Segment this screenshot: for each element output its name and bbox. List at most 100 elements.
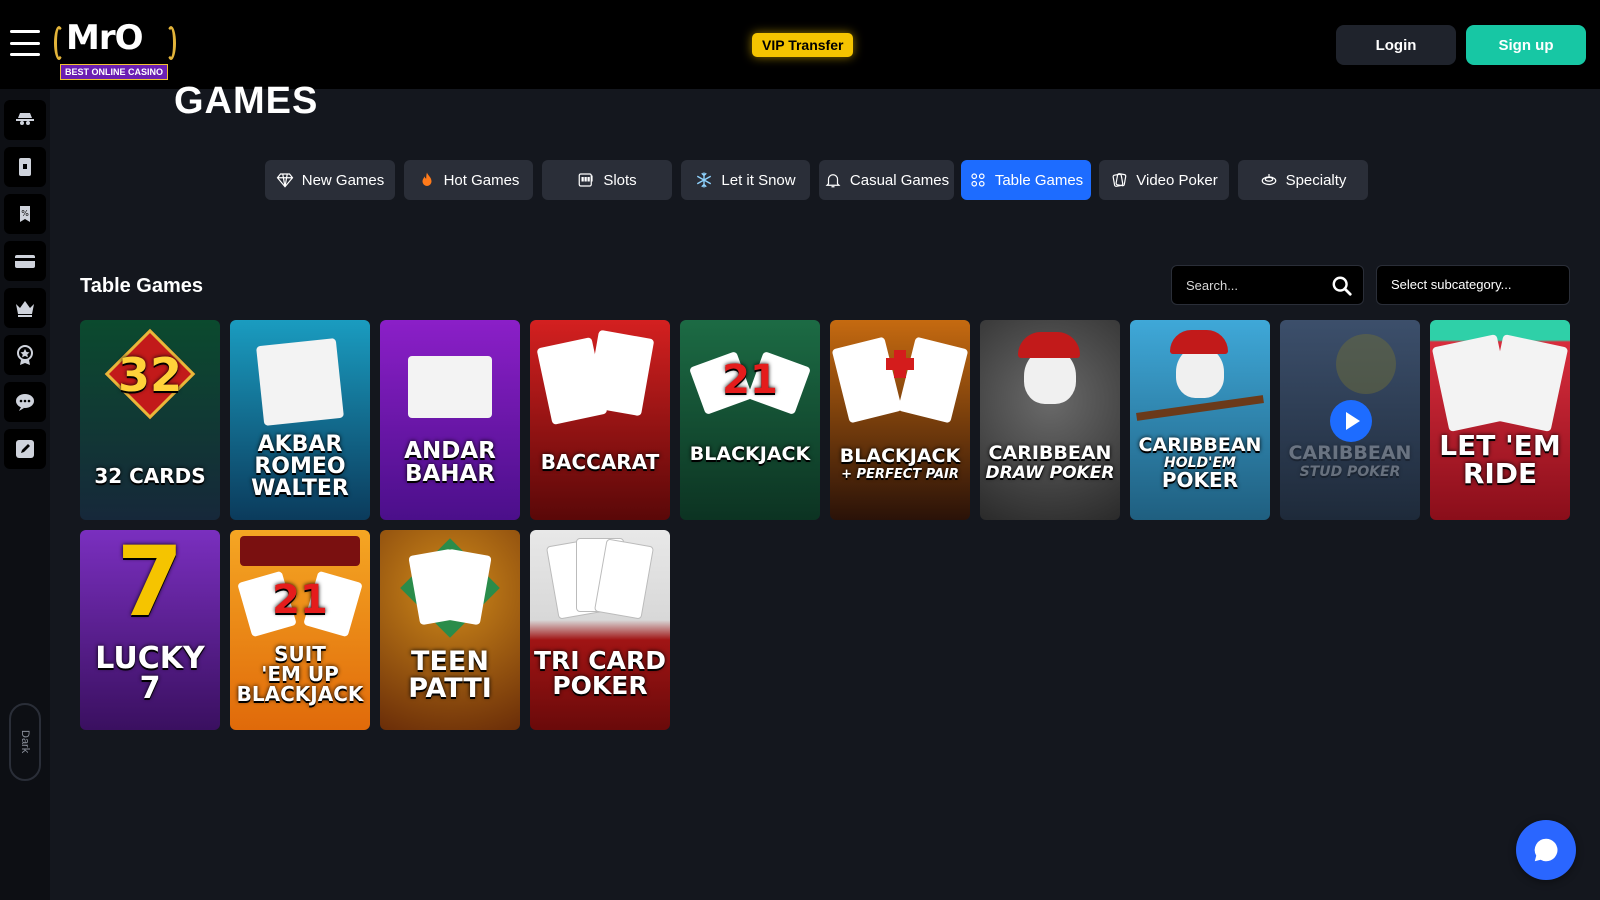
site-logo[interactable]: MrO BEST ONLINE CASINO <box>54 18 176 80</box>
game-title: 32 CARDS <box>94 464 206 488</box>
tab-label: New Games <box>301 171 385 189</box>
page-title: GAMES <box>174 80 319 122</box>
game-title: CARIBBEAN <box>1288 442 1412 464</box>
game-tile-blackjack-perfect-pair[interactable]: BLACKJACK + PERFECT PAIR <box>830 320 970 520</box>
top-header: MrO BEST ONLINE CASINO VIP Transfer Logi… <box>0 0 1600 89</box>
left-sidebar: % Dark <box>0 89 50 900</box>
search-input[interactable] <box>1186 266 1326 304</box>
game-tile-caribbean-holdem-poker[interactable]: CARIBBEAN HOLD'EM POKER <box>1130 320 1270 520</box>
game-thumbnail <box>830 320 970 520</box>
slot-machine-icon <box>578 173 593 187</box>
promo-tag-icon: % <box>20 206 30 222</box>
tab-let-it-snow[interactable]: Let it Snow <box>681 160 810 200</box>
game-tile-let-em-ride[interactable]: LET 'EM RIDE <box>1430 320 1570 520</box>
edit-icon <box>16 440 34 458</box>
table-icon <box>971 173 985 187</box>
game-tile-caribbean-stud-poker[interactable]: CARIBBEAN STUD POKER <box>1280 320 1420 520</box>
tab-hot-games[interactable]: Hot Games <box>404 160 533 200</box>
game-thumbnail <box>1430 320 1570 520</box>
signup-button[interactable]: Sign up <box>1466 25 1586 65</box>
tab-label: Hot Games <box>443 171 520 189</box>
game-thumbnail <box>980 320 1120 520</box>
search-icon[interactable] <box>1331 275 1353 297</box>
tab-casual-games[interactable]: Casual Games <box>819 160 954 200</box>
game-title: CARIBBEAN <box>1138 434 1262 456</box>
game-big-number: 21 <box>722 357 778 403</box>
game-thumbnail <box>380 320 520 520</box>
section-title: Table Games <box>80 275 204 297</box>
snowflake-icon <box>697 172 712 188</box>
tab-label: Let it Snow <box>721 171 796 189</box>
game-tile-suit-em-up-blackjack[interactable]: 21 SUIT 'EM UP BLACKJACK <box>230 530 370 730</box>
cards-icon <box>1112 173 1127 187</box>
game-big-number: 21 <box>272 577 328 623</box>
game-title: SUIT 'EM UP BLACKJACK <box>236 642 364 706</box>
game-title-line2: POKER <box>1161 468 1239 492</box>
game-tile-lucky-7[interactable]: 7 LUCKY 7 <box>80 530 220 730</box>
game-subtitle: + PERFECT PAIR <box>841 467 959 482</box>
hamburger-menu-icon[interactable] <box>10 30 40 56</box>
wheel-icon <box>1261 174 1276 186</box>
vip-badge-icon <box>17 345 33 365</box>
sidebar-item-detective[interactable] <box>4 100 46 140</box>
game-title: BLACKJACK <box>689 443 811 465</box>
tab-table-games[interactable]: Table Games <box>961 160 1091 200</box>
flame-icon <box>422 172 432 186</box>
laurel-left-icon <box>54 26 64 60</box>
tab-label: Specialty <box>1285 171 1347 189</box>
sidebar-item-vip[interactable] <box>4 335 46 375</box>
game-tile-teen-patti[interactable]: TEEN PATTI <box>380 530 520 730</box>
tab-label: Slots <box>603 171 637 189</box>
game-subtitle: STUD POKER <box>1299 464 1401 480</box>
sidebar-item-crown[interactable] <box>4 288 46 328</box>
sidebar-item-payment[interactable] <box>4 241 46 281</box>
sidebar-item-edit[interactable] <box>4 429 46 469</box>
game-tile-akbar-romeo-walter[interactable]: AKBAR ROMEO WALTER <box>230 320 370 520</box>
game-tile-caribbean-draw-poker[interactable]: CARIBBEAN DRAW POKER <box>980 320 1120 520</box>
live-chat-button[interactable] <box>1516 820 1576 880</box>
crown-icon <box>16 301 34 317</box>
game-tile-baccarat[interactable]: BACCARAT <box>530 320 670 520</box>
game-tile-blackjack[interactable]: 21 BLACKJACK <box>680 320 820 520</box>
tab-slots[interactable]: Slots <box>542 160 672 200</box>
game-title: TEEN PATTI <box>408 646 492 704</box>
search-box <box>1171 265 1364 305</box>
game-title: ANDAR BAHAR <box>404 438 496 487</box>
tab-label: Table Games <box>994 171 1084 189</box>
game-title: TRI CARD POKER <box>534 646 667 700</box>
sidebar-item-support[interactable] <box>4 382 46 422</box>
game-tile-tri-card-poker[interactable]: TRI CARD POKER <box>530 530 670 730</box>
game-big-number: 7 <box>116 530 184 638</box>
sidebar-item-card[interactable] <box>4 147 46 187</box>
game-title: CARIBBEAN <box>988 442 1112 464</box>
tab-label: Video Poker <box>1136 171 1218 189</box>
card-icon <box>19 158 31 176</box>
subcategory-select[interactable]: Select subcategory... <box>1376 265 1570 305</box>
login-button[interactable]: Login <box>1336 25 1456 65</box>
game-title: LET 'EM RIDE <box>1439 429 1561 490</box>
tab-specialty[interactable]: Specialty <box>1238 160 1368 200</box>
game-title: BACCARAT <box>540 450 660 474</box>
game-title: LUCKY 7 <box>95 641 205 706</box>
game-tile-andar-bahar[interactable]: ANDAR BAHAR <box>380 320 520 520</box>
chat-bubble-icon <box>1534 838 1558 862</box>
logo-tagline: BEST ONLINE CASINO <box>60 64 169 80</box>
game-title: BLACKJACK <box>839 445 961 467</box>
tab-label: Casual Games <box>849 171 950 189</box>
bell-icon <box>825 174 841 188</box>
game-thumbnail <box>530 530 670 730</box>
laurel-right-icon <box>166 26 176 60</box>
tab-new-games[interactable]: New Games <box>265 160 395 200</box>
dark-mode-toggle[interactable]: Dark <box>9 703 41 781</box>
play-button-icon[interactable] <box>1330 400 1372 442</box>
sidebar-item-promo[interactable]: % <box>4 194 46 234</box>
game-thumbnail <box>530 320 670 520</box>
game-tile-32-cards[interactable]: 32 32 CARDS <box>80 320 220 520</box>
game-subtitle: DRAW POKER <box>985 463 1115 483</box>
vip-transfer-badge[interactable]: VIP Transfer <box>752 33 854 57</box>
svg-text:%: % <box>21 209 29 218</box>
tab-video-poker[interactable]: Video Poker <box>1099 160 1229 200</box>
game-title: AKBAR ROMEO WALTER <box>251 432 349 501</box>
credit-card-icon <box>15 255 35 268</box>
diamond-icon <box>276 173 294 188</box>
